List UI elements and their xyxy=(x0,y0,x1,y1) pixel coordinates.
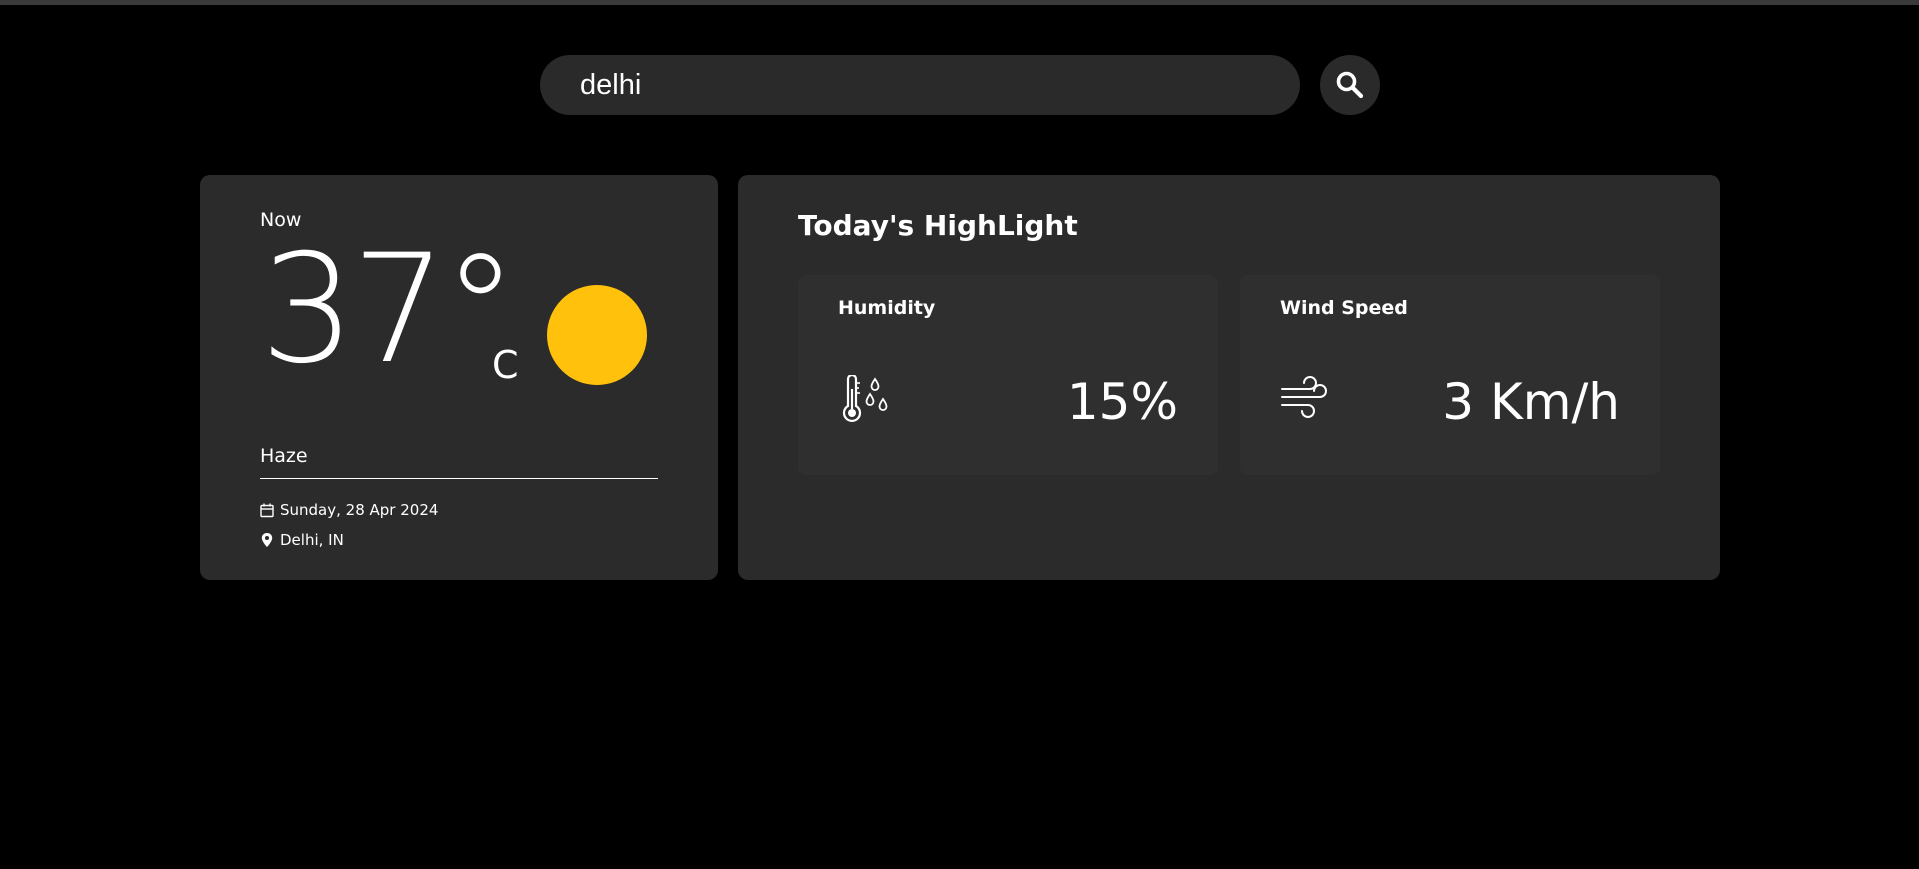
weather-condition: Haze xyxy=(260,445,308,467)
temperature-unit: C xyxy=(492,343,519,387)
search-input[interactable] xyxy=(580,55,1270,115)
top-border xyxy=(0,0,1919,5)
wind-speed-label: Wind Speed xyxy=(1280,297,1408,319)
humidity-value: 15% xyxy=(1066,373,1178,431)
wind-speed-value: 3 Km/h xyxy=(1442,373,1620,431)
divider xyxy=(260,478,658,479)
location-row: Delhi, IN xyxy=(260,531,344,549)
search-bar xyxy=(540,55,1300,115)
sun-icon xyxy=(547,285,647,385)
search-icon xyxy=(1336,71,1364,99)
date-row: Sunday, 28 Apr 2024 xyxy=(260,501,438,519)
search-button[interactable] xyxy=(1320,55,1380,115)
current-weather-card: Now 37° C Haze Sunday, 28 Apr 2024 Delhi… xyxy=(200,175,718,580)
wind-speed-box: Wind Speed 3 Km/h xyxy=(1240,275,1660,475)
location-pin-icon xyxy=(261,533,273,547)
humidity-label: Humidity xyxy=(838,297,936,319)
wind-icon xyxy=(1281,376,1327,418)
highlights-card: Today's HighLight Humidity 15% Wind Spee… xyxy=(738,175,1720,580)
highlights-title: Today's HighLight xyxy=(798,209,1078,242)
humidity-box: Humidity 15% xyxy=(798,275,1218,475)
location-text: Delhi, IN xyxy=(280,531,344,549)
temperature-value: 37° xyxy=(260,223,518,397)
thermometer-droplets-icon xyxy=(842,375,888,423)
date-text: Sunday, 28 Apr 2024 xyxy=(280,501,439,519)
calendar-icon xyxy=(260,503,274,517)
